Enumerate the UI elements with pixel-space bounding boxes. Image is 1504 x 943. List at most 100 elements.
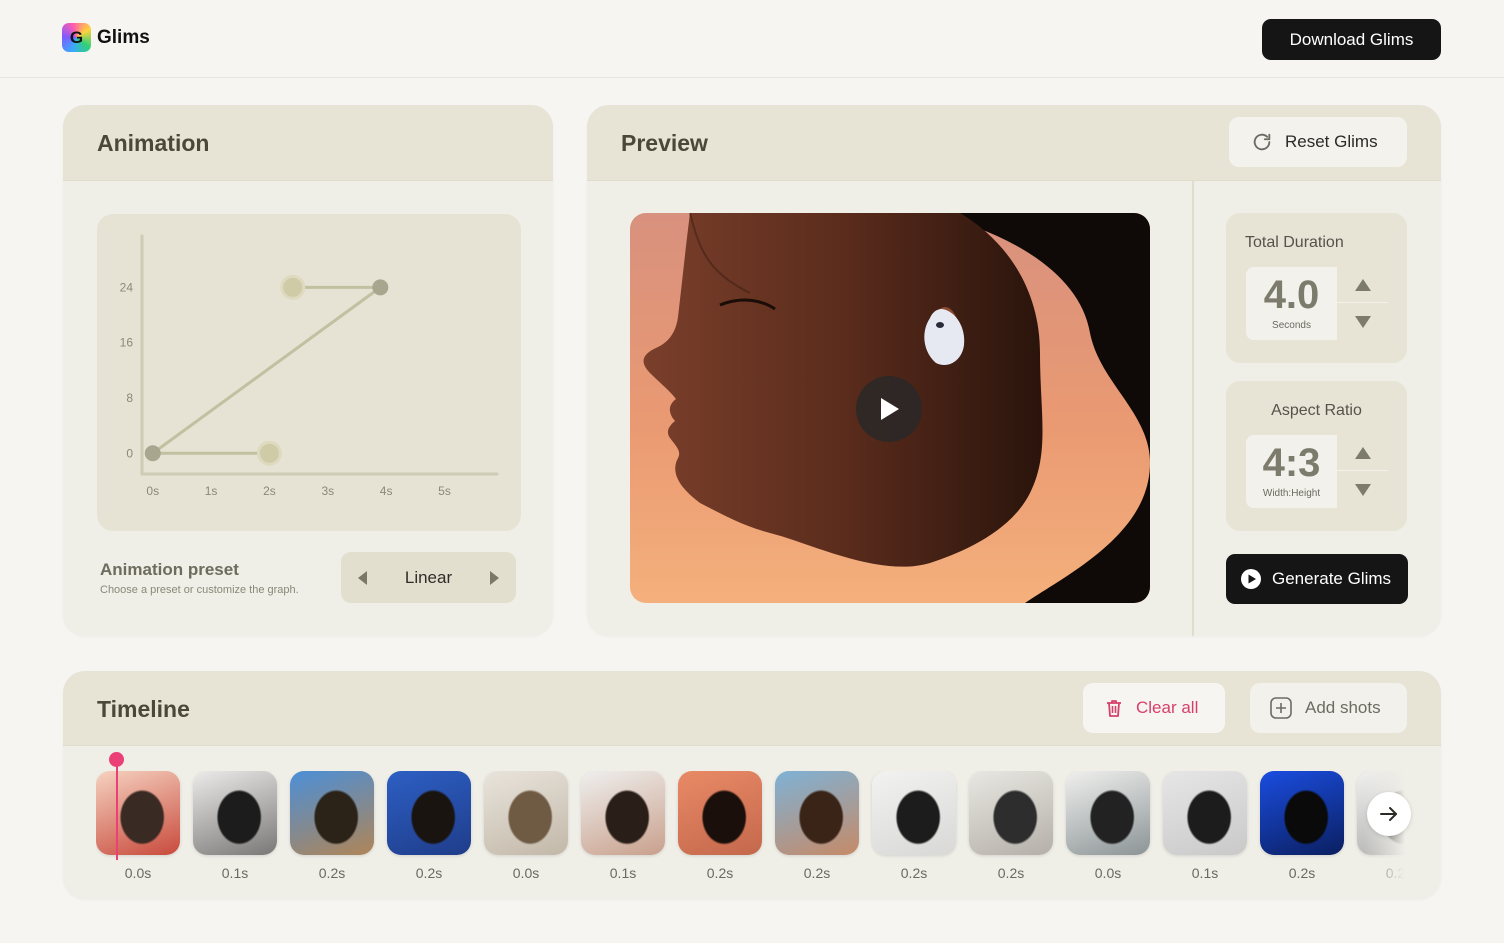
- preview-video[interactable]: [630, 213, 1150, 603]
- x-tick-label: 2s: [263, 484, 276, 498]
- preset-subtitle: Choose a preset or customize the graph.: [100, 584, 299, 596]
- timeline-shot[interactable]: 0.2s: [775, 771, 859, 881]
- y-tick-label: 0: [126, 446, 133, 460]
- total-duration-unit: Seconds: [1272, 320, 1311, 331]
- preview-title: Preview: [621, 130, 708, 156]
- scroll-next-button[interactable]: [1367, 792, 1411, 836]
- play-circle-icon: [1241, 569, 1261, 589]
- preset-picker: Linear: [341, 552, 516, 603]
- shot-duration: 0.0s: [1094, 865, 1122, 881]
- shot-thumbnail[interactable]: [775, 771, 859, 855]
- total-duration-card: Total Duration 4.0 Seconds: [1226, 213, 1407, 363]
- total-duration-value[interactable]: 4.0: [1246, 273, 1337, 318]
- generate-label: Generate Glims: [1272, 569, 1392, 588]
- playhead-handle[interactable]: [109, 752, 124, 767]
- duration-stepper-controls: [1337, 267, 1388, 340]
- timeline-title: Timeline: [97, 696, 190, 722]
- control-point-handle[interactable]: [280, 274, 306, 300]
- preset-title: Animation preset: [100, 560, 239, 579]
- aspect-ratio-unit: Width:Height: [1262, 488, 1321, 499]
- brand[interactable]: G Glims: [62, 23, 150, 52]
- y-tick-label: 16: [120, 336, 134, 350]
- triangle-down-icon: [1354, 316, 1371, 328]
- caret-right-icon: [490, 571, 499, 585]
- timeline-shot[interactable]: 0.1s: [581, 771, 665, 881]
- curve-line: [151, 285, 382, 455]
- shot-thumbnail[interactable]: [1066, 771, 1150, 855]
- animation-curve-chart[interactable]: 0s 1s 2s 3s 4s 5s 0 8 16 24: [97, 214, 521, 531]
- shot-thumbnail[interactable]: [1260, 771, 1344, 855]
- preset-next-button[interactable]: [485, 569, 503, 587]
- total-duration-stepper: 4.0 Seconds: [1246, 267, 1388, 340]
- shot-duration: 0.2s: [706, 865, 734, 881]
- curve-anchor-point[interactable]: [372, 279, 389, 296]
- shot-duration: 0.2s: [900, 865, 928, 881]
- shot-thumbnail[interactable]: [484, 771, 568, 855]
- y-tick-label: 24: [120, 280, 134, 294]
- aspect-ratio-label: Aspect Ratio: [1271, 402, 1362, 419]
- trash-icon: [1107, 700, 1121, 717]
- animation-title: Animation: [97, 130, 210, 156]
- shot-thumbnail[interactable]: [193, 771, 277, 855]
- timeline-shot[interactable]: 0.1s: [1163, 771, 1247, 881]
- timeline-shot[interactable]: 0.2s: [1260, 771, 1344, 881]
- refresh-icon: [1253, 133, 1271, 151]
- add-shots-button[interactable]: Add shots: [1250, 683, 1407, 733]
- reset-glims-button[interactable]: Reset Glims: [1229, 117, 1407, 167]
- shot-duration: 0.1s: [1191, 865, 1219, 881]
- preview-divider: [1192, 181, 1194, 636]
- timeline-shot[interactable]: 0.0s: [484, 771, 568, 881]
- duration-decrease-button[interactable]: [1337, 304, 1388, 340]
- brand-name: Glims: [97, 26, 150, 48]
- play-icon: [881, 398, 899, 420]
- timeline-shot[interactable]: 0.2s: [969, 771, 1053, 881]
- download-glims-button[interactable]: Download Glims: [1262, 19, 1441, 60]
- curve-anchor-point[interactable]: [144, 445, 161, 462]
- total-duration-label: Total Duration: [1245, 234, 1344, 251]
- playhead[interactable]: [116, 756, 118, 860]
- glims-logo-icon: G: [62, 23, 91, 52]
- timeline-shot[interactable]: 0.0s: [96, 771, 180, 881]
- timeline-panel: Timeline Clear all Add shots 0.0s 0.1s 0.2…: [63, 671, 1441, 899]
- shot-thumbnail[interactable]: [872, 771, 956, 855]
- control-point-handle[interactable]: [256, 440, 282, 466]
- ratio-increase-button[interactable]: [1337, 435, 1388, 471]
- aspect-ratio-value[interactable]: 4:3: [1246, 441, 1337, 486]
- plus-square-icon: [1270, 697, 1292, 719]
- shot-thumbnail[interactable]: [290, 771, 374, 855]
- x-tick-label: 3s: [321, 484, 334, 498]
- shot-thumbnail[interactable]: [96, 771, 180, 855]
- duration-increase-button[interactable]: [1337, 267, 1388, 303]
- timeline-panel-header: Timeline Clear all Add shots: [63, 671, 1441, 746]
- timeline-shot[interactable]: 0.2s: [387, 771, 471, 881]
- shot-thumbnail[interactable]: [678, 771, 762, 855]
- top-bar: G Glims Download Glims: [0, 0, 1504, 78]
- shot-duration: 0.1s: [221, 865, 249, 881]
- timeline-shot[interactable]: 0.0s: [1066, 771, 1150, 881]
- ratio-decrease-button[interactable]: [1337, 472, 1388, 508]
- shot-thumbnail[interactable]: [969, 771, 1053, 855]
- x-tick-label: 0s: [146, 484, 159, 498]
- preview-panel: Preview Reset Glims Total Duration 4.0 S…: [587, 105, 1441, 636]
- shots-strip: 0.0s 0.1s 0.2s 0.2s 0.0s 0.1s 0.2s 0.2s 0.2s 0.2s…: [96, 771, 1410, 891]
- triangle-down-icon: [1354, 484, 1371, 496]
- shot-duration: 0.1s: [609, 865, 637, 881]
- clear-all-button[interactable]: Clear all: [1083, 683, 1225, 733]
- generate-glims-button[interactable]: Generate Glims: [1226, 554, 1408, 604]
- timeline-shot[interactable]: 0.2s: [678, 771, 762, 881]
- animation-panel: Animation 0s 1s 2s 3s 4s 5s 0 8 16 24 Animation p…: [63, 105, 553, 636]
- x-tick-label: 4s: [380, 484, 393, 498]
- timeline-shot[interactable]: 0.2s: [872, 771, 956, 881]
- shot-duration: 0.0s: [512, 865, 540, 881]
- add-shots-label: Add shots: [1305, 698, 1381, 717]
- x-tick-label: 5s: [438, 484, 451, 498]
- animation-graph[interactable]: 0s 1s 2s 3s 4s 5s 0 8 16 24: [97, 214, 521, 531]
- timeline-shot[interactable]: 0.1s: [193, 771, 277, 881]
- shot-thumbnail[interactable]: [387, 771, 471, 855]
- shot-thumbnail[interactable]: [1163, 771, 1247, 855]
- timeline-shot[interactable]: 0.2s: [290, 771, 374, 881]
- shot-duration: 0.0s: [124, 865, 152, 881]
- play-button[interactable]: [856, 376, 922, 442]
- ratio-stepper-controls: [1337, 435, 1388, 508]
- shot-thumbnail[interactable]: [581, 771, 665, 855]
